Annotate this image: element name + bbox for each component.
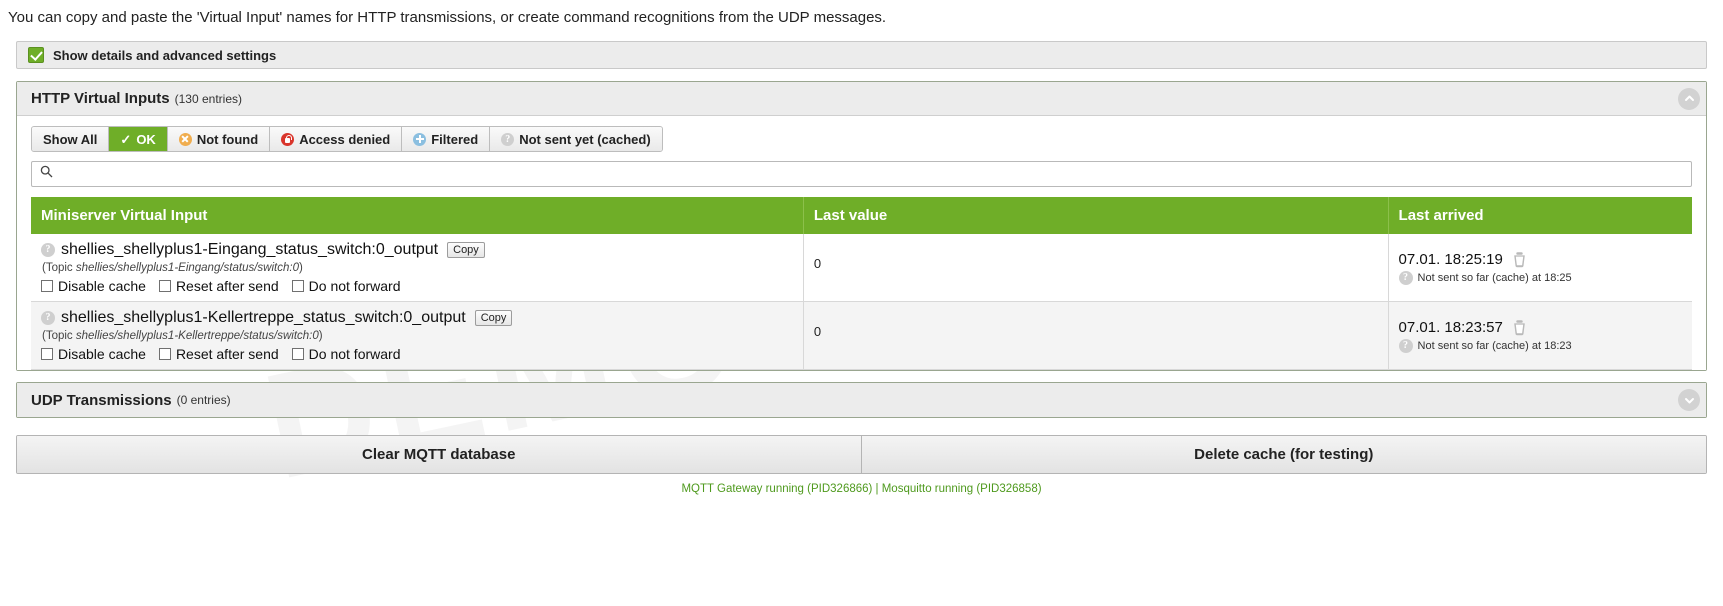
tab-label: Filtered [431,131,479,147]
last-arrived-cell: 07.01. 18:23:57 ? Not sent so far (cache… [1388,301,1692,370]
chevron-down-icon[interactable] [1678,389,1700,411]
copy-button[interactable]: Copy [474,310,513,326]
last-arrived-note: ? Not sent so far (cache) at 18:23 [1398,339,1682,353]
intro-text: You can copy and paste the 'Virtual Inpu… [8,9,887,26]
do-not-forward-checkbox[interactable] [291,280,304,292]
option-label: Do not forward [308,278,401,294]
http-virtual-inputs-panel: HTTP Virtual Inputs (130 entries) Show A… [16,81,1707,371]
last-value-cell: 0 [803,301,1389,370]
tab-filtered[interactable]: Filtered [402,127,491,151]
tab-label: Show All [43,131,98,147]
http-panel-header[interactable]: HTTP Virtual Inputs (130 entries) [17,82,1706,116]
disable-cache-checkbox[interactable] [41,348,53,360]
http-panel-title: HTTP Virtual Inputs [31,90,170,107]
tab-show-all[interactable]: Show All [32,127,110,151]
note-text: Not sent so far (cache) at 18:25 [1417,272,1572,284]
topic-prefix: (Topic [42,262,76,274]
question-icon[interactable]: ? [41,243,55,257]
last-arrived-note: ? Not sent so far (cache) at 18:25 [1398,271,1682,285]
lock-circle-icon [281,132,295,146]
clear-mqtt-database-button[interactable]: Clear MQTT database [17,436,862,473]
topic-line: (Topic shellies/shellyplus1-Eingang/stat… [42,262,793,274]
question-circle-icon: ? [501,132,515,146]
search-input[interactable] [59,165,1683,183]
virtual-input-name: shellies_shellyplus1-Eingang_status_swit… [61,241,439,258]
option-label: Reset after send [175,346,279,362]
option-label: Disable cache [58,346,146,362]
udp-panel-header[interactable]: UDP Transmissions (0 entries) [17,383,1706,417]
table-row: ? shellies_shellyplus1-Kellertreppe_stat… [31,301,1692,370]
status-line: MQTT Gateway running (PID326866) | Mosqu… [681,483,1042,495]
last-arrived-cell: 07.01. 18:25:19 ? Not sent so far (cache… [1388,234,1692,302]
topic-prefix: (Topic [42,330,76,342]
reset-after-send-checkbox[interactable] [158,348,171,360]
udp-panel-count: (0 entries) [176,393,231,407]
disable-cache-checkbox[interactable] [41,280,53,292]
option-label: Reset after send [175,278,279,294]
udp-transmissions-panel: UDP Transmissions (0 entries) [16,382,1707,418]
virtual-input-cell: ? shellies_shellyplus1-Kellertreppe_stat… [31,301,804,370]
option-reset-after-send[interactable]: Reset after send [158,278,279,294]
option-disable-cache[interactable]: Disable cache [41,346,146,362]
virtual-input-name: shellies_shellyplus1-Kellertreppe_status… [61,309,466,326]
row-options: Disable cache Reset after send Do not fo… [41,346,793,362]
copy-button[interactable]: Copy [447,242,485,258]
question-icon[interactable]: ? [1398,339,1413,353]
last-arrived-time: 07.01. 18:25:19 [1398,251,1503,268]
status-filter-tabs[interactable]: Show All ✓ OK Not found Access denied Fi… [31,126,663,152]
tab-label: Access denied [299,131,391,147]
option-reset-after-send[interactable]: Reset after send [158,346,279,362]
tab-label: OK [136,131,156,147]
option-disable-cache[interactable]: Disable cache [41,278,146,294]
udp-panel-title: UDP Transmissions [31,391,172,409]
show-details-label: Show details and advanced settings [53,47,277,63]
column-header-last-value[interactable]: Last value [803,197,1389,234]
plus-circle-icon [413,132,427,146]
option-do-not-forward[interactable]: Do not forward [291,346,401,362]
do-not-forward-checkbox[interactable] [291,348,304,360]
note-text: Not sent so far (cache) at 18:23 [1417,340,1572,352]
last-value-cell: 0 [803,234,1389,302]
http-panel-count: (130 entries) [174,91,243,106]
last-arrived-time: 07.01. 18:23:57 [1398,319,1503,336]
search-bar[interactable] [31,161,1692,187]
virtual-inputs-table: Miniserver Virtual Input Last value Last… [31,197,1692,370]
virtual-input-cell: ? shellies_shellyplus1-Eingang_status_sw… [31,234,804,302]
table-row: ? shellies_shellyplus1-Eingang_status_sw… [31,234,1692,302]
option-label: Do not forward [308,346,401,362]
tab-access-denied[interactable]: Access denied [270,127,403,151]
reset-after-send-checkbox[interactable] [158,280,171,292]
advanced-settings-bar[interactable]: Show details and advanced settings [16,41,1707,69]
row-options: Disable cache Reset after send Do not fo… [41,278,793,294]
topic-value: shellies/shellyplus1-Eingang/status/swit… [75,262,299,274]
show-details-checkbox[interactable] [28,47,44,63]
table-header-row: Miniserver Virtual Input Last value Last… [31,197,1692,234]
delete-cache-button[interactable]: Delete cache (for testing) [861,436,1706,473]
option-do-not-forward[interactable]: Do not forward [291,278,401,294]
warning-circle-icon [178,132,192,146]
column-header-last-arrived[interactable]: Last arrived [1388,197,1692,234]
column-header-virtual-input[interactable]: Miniserver Virtual Input [31,197,804,234]
trash-icon[interactable] [1511,319,1528,336]
chevron-up-icon[interactable] [1678,87,1700,110]
trash-icon[interactable] [1511,251,1528,268]
action-buttons: Clear MQTT database Delete cache (for te… [16,435,1707,474]
tab-ok[interactable]: ✓ OK [109,127,168,151]
tab-label: Not sent yet (cached) [519,131,651,147]
tab-label: Not found [196,131,259,147]
check-icon: ✓ [120,131,132,147]
topic-suffix: ) [298,262,303,274]
option-label: Disable cache [58,278,146,294]
tab-not-found[interactable]: Not found [167,127,271,151]
question-icon[interactable]: ? [1398,271,1413,285]
topic-line: (Topic shellies/shellyplus1-Kellertreppe… [42,330,793,342]
topic-suffix: ) [318,330,323,342]
question-icon[interactable]: ? [41,311,55,325]
topic-value: shellies/shellyplus1-Kellertreppe/status… [75,330,319,342]
search-icon [40,165,53,183]
tab-not-sent-yet[interactable]: ? Not sent yet (cached) [490,127,662,151]
